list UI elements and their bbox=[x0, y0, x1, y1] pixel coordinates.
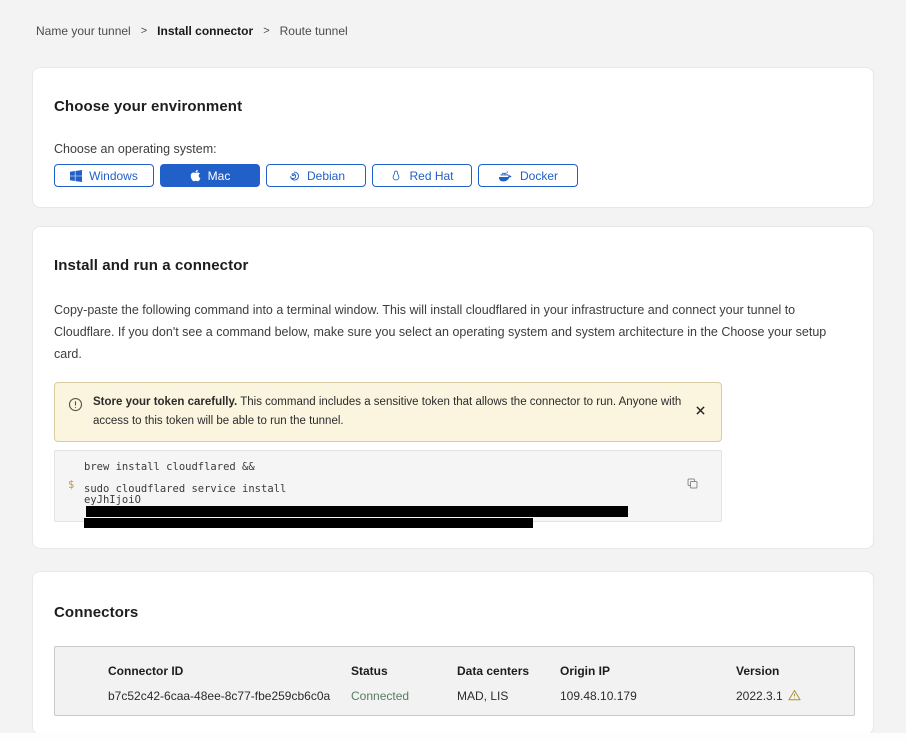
code-line-brew: brew install cloudflared && bbox=[84, 461, 681, 473]
environment-card: Choose your environment Choose an operat… bbox=[32, 67, 874, 208]
install-description: Copy-paste the following command into a … bbox=[54, 300, 852, 366]
breadcrumb-separator: > bbox=[263, 25, 269, 37]
status-badge: Connected bbox=[351, 689, 457, 703]
os-button-debian[interactable]: Debian bbox=[266, 164, 366, 187]
data-centers-value: MAD, LIS bbox=[457, 689, 560, 703]
token-prefix: eyJhIjoiO bbox=[84, 494, 141, 506]
token-warning-banner: Store your token carefully.This command … bbox=[54, 382, 722, 442]
connectors-card: Connectors Connector ID Status Data cent… bbox=[32, 571, 874, 735]
shell-prompt: $ bbox=[68, 479, 74, 491]
os-button-mac[interactable]: Mac bbox=[160, 164, 260, 187]
os-button-label: Mac bbox=[208, 169, 231, 183]
redhat-icon bbox=[390, 169, 402, 182]
connector-id-value: b7c52c42-6caa-48ee-8c77-fbe259cb6c0a bbox=[108, 689, 351, 703]
footer-strip bbox=[0, 733, 906, 740]
column-header-origin-ip: Origin IP bbox=[560, 664, 736, 678]
os-button-windows[interactable]: Windows bbox=[54, 164, 154, 187]
column-header-data-centers: Data centers bbox=[457, 664, 560, 678]
info-icon bbox=[68, 397, 83, 417]
token-warning-text: Store your token carefully.This command … bbox=[93, 393, 682, 431]
code-line-token: eyJhIjoiO bbox=[84, 495, 681, 528]
install-card: Install and run a connector Copy-paste t… bbox=[32, 226, 874, 549]
breadcrumb: Name your tunnel > Install connector > R… bbox=[0, 0, 906, 38]
breadcrumb-separator: > bbox=[141, 25, 147, 37]
debian-icon bbox=[287, 169, 300, 182]
connectors-table-header: Connector ID Status Data centers Origin … bbox=[108, 664, 844, 678]
code-line-service-install: sudo cloudflared service install bbox=[84, 483, 681, 495]
os-select-label: Choose an operating system: bbox=[54, 142, 852, 156]
column-header-connector-id: Connector ID bbox=[108, 664, 351, 678]
os-button-label: Docker bbox=[520, 169, 558, 183]
breadcrumb-step-route-tunnel[interactable]: Route tunnel bbox=[280, 24, 348, 38]
token-redaction-bar bbox=[86, 506, 628, 517]
environment-card-title: Choose your environment bbox=[54, 98, 852, 115]
breadcrumb-step-name-your-tunnel[interactable]: Name your tunnel bbox=[36, 24, 131, 38]
banner-close-button[interactable] bbox=[692, 399, 709, 422]
os-button-group: Windows Mac Debian Red Hat Docker bbox=[54, 164, 852, 187]
install-card-title: Install and run a connector bbox=[54, 257, 852, 274]
docker-icon bbox=[498, 170, 513, 182]
connectors-table: Connector ID Status Data centers Origin … bbox=[54, 646, 855, 716]
column-header-version: Version bbox=[736, 664, 844, 678]
origin-ip-value: 109.48.10.179 bbox=[560, 689, 736, 703]
install-command-codeblock: brew install cloudflared && $ sudo cloud… bbox=[54, 450, 722, 522]
column-header-status: Status bbox=[351, 664, 457, 678]
warning-triangle-icon bbox=[788, 689, 801, 704]
version-value: 2022.3.1 bbox=[736, 689, 844, 704]
os-button-redhat[interactable]: Red Hat bbox=[372, 164, 472, 187]
breadcrumb-step-install-connector[interactable]: Install connector bbox=[157, 24, 253, 38]
os-button-label: Windows bbox=[89, 169, 138, 183]
windows-icon bbox=[70, 170, 82, 182]
table-row: b7c52c42-6caa-48ee-8c77-fbe259cb6c0a Con… bbox=[108, 689, 844, 704]
os-button-label: Debian bbox=[307, 169, 345, 183]
token-redaction-bar bbox=[84, 518, 533, 528]
apple-icon bbox=[190, 169, 201, 182]
copy-icon bbox=[686, 478, 699, 493]
copy-command-button[interactable] bbox=[684, 475, 701, 495]
connectors-card-title: Connectors bbox=[54, 604, 852, 621]
os-button-label: Red Hat bbox=[409, 169, 453, 183]
token-warning-title: Store your token carefully. bbox=[93, 396, 237, 408]
close-icon bbox=[696, 403, 705, 418]
os-button-docker[interactable]: Docker bbox=[478, 164, 578, 187]
version-number: 2022.3.1 bbox=[736, 689, 783, 703]
